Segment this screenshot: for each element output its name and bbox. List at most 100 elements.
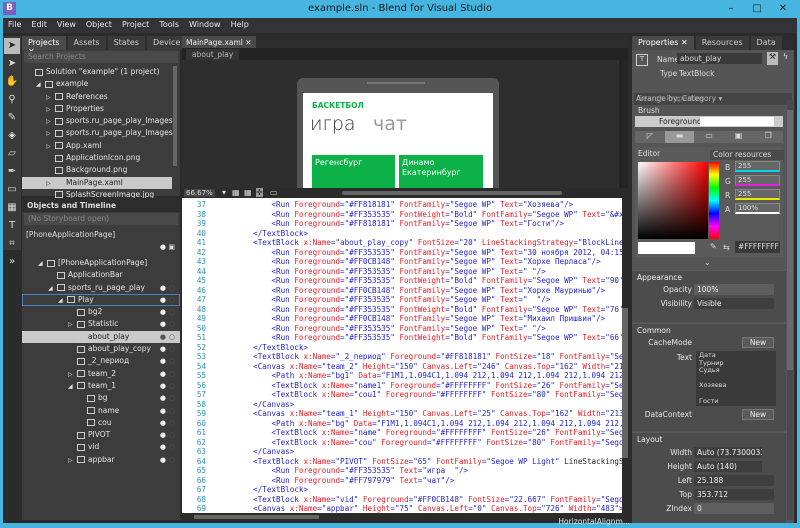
eyedropper-icon[interactable]: ✎ [710,242,717,251]
editor-tab[interactable]: Editor [638,149,660,158]
object-tree-item[interactable]: ▷ Statistic ● ○ [22,318,180,330]
rectangle-tool-icon[interactable]: ▭ [4,182,20,198]
common-title[interactable]: Common [632,324,786,337]
tab-data[interactable]: Data [750,36,782,50]
lock-toggle-icon[interactable]: ○ [169,294,175,306]
project-tree-item[interactable]: ApplicationIcon.png [22,152,172,164]
object-tree-item[interactable]: _2_период ● ○ [22,355,180,367]
lock-toggle-icon[interactable]: ○ [169,441,175,453]
controls-tool-icon[interactable]: ⌗ [4,236,20,252]
object-tree-item[interactable]: about_play ● ○ [22,330,180,344]
appearance-title[interactable]: Appearance [632,271,786,284]
visibility-select[interactable]: Visible [694,298,774,309]
left-input[interactable]: 25.188 [694,475,774,486]
menu-tools[interactable]: Tools [154,18,184,33]
lock-toggle-icon[interactable]: ○ [169,355,175,367]
lock-icon[interactable]: ▣ [168,243,175,251]
cachemode-new-button[interactable]: New [742,337,774,348]
zoom-tool-icon[interactable]: ⚲ [4,92,20,108]
maximize-button[interactable]: □ [744,0,770,18]
eye-icon[interactable]: ● [160,417,166,429]
properties-wrench-icon[interactable]: ⚒ [767,52,778,65]
lock-toggle-icon[interactable]: ○ [169,429,175,441]
project-tree-item[interactable]: ◢ example [22,78,172,90]
search-projects-input[interactable]: Search Projects [24,51,178,63]
eye-icon[interactable]: ● [160,441,166,453]
design-vscroll[interactable] [622,60,628,188]
direct-select-tool-icon[interactable]: ➤ [4,56,20,72]
object-tree-item[interactable]: name ● ○ [22,405,180,417]
eye-icon[interactable]: ● [160,392,166,404]
object-tree-item[interactable]: ◢ [PhoneApplicationPage] [22,257,180,269]
tab-device[interactable]: Device [146,36,187,50]
object-tree-item[interactable]: ◢ Play ● ○ [22,293,180,307]
object-tree-item[interactable]: ◢ team_1 ● ○ [22,380,180,392]
channel-b-input[interactable]: 255 [735,161,780,172]
eye-icon[interactable]: ● [160,380,166,392]
lock-toggle-icon[interactable]: ○ [169,282,175,294]
menu-help[interactable]: Help [226,18,254,33]
lock-toggle-icon[interactable]: ○ [169,380,175,392]
project-tree-item[interactable]: Background.png [22,164,172,176]
object-tree-item[interactable]: bg2 ● ○ [22,306,180,318]
eye-icon[interactable]: ● [160,318,166,330]
layout-title[interactable]: Layout [632,433,786,446]
arrange-by-dropdown[interactable]: Arrange by: Category ▾ [636,94,722,103]
hue-slider[interactable] [709,162,719,239]
tile-brush-icon[interactable]: ▣ [724,131,754,143]
object-tree-item[interactable]: ▷ team_2 ● ○ [22,368,180,380]
snap-grid-icon[interactable]: ▦ [244,188,252,197]
eye-icon[interactable]: ● [160,282,166,294]
eye-icon[interactable]: ● [160,429,166,441]
object-tree-item[interactable]: ◢ sports_ru_page_play ● ○ [22,282,180,294]
zoom-level[interactable]: 66.67% [184,189,215,197]
brush-resources-icon[interactable]: ❐ [753,131,783,143]
design-surface[interactable]: БАСКЕТБОЛ игра чат Регенсбург Динамо Ека… [182,60,622,188]
snap-lines-icon[interactable]: ✛ [256,188,263,197]
menu-object[interactable]: Object [81,18,117,33]
pen-tool-icon[interactable]: ✒ [4,164,20,180]
eye-icon[interactable]: ● [160,306,166,318]
channel-g-input[interactable]: 255 [735,175,780,186]
color-resources-tab[interactable]: Color resources [710,150,784,160]
width-input[interactable]: Auto (73.73000335... [694,447,762,458]
lock-toggle-icon[interactable]: ○ [169,331,175,343]
selection-tool-icon[interactable]: ➤ [4,38,20,54]
projects-scrollbar[interactable] [173,66,177,166]
eye-icon[interactable]: ● [160,331,166,343]
lock-toggle-icon[interactable]: ○ [169,454,175,466]
datacontext-new-button[interactable]: New [742,409,774,420]
storyboard-picker[interactable]: (No Storyboard open) [24,213,178,225]
lock-toggle-icon[interactable]: ○ [169,343,175,355]
object-tree-item[interactable]: vid ● ○ [22,441,180,453]
lock-toggle-icon[interactable]: ○ [169,306,175,318]
close-button[interactable]: ✕ [770,0,796,18]
more-tools-icon[interactable]: » [4,254,20,270]
paint-bucket-tool-icon[interactable]: ◈ [4,128,20,144]
lock-toggle-icon[interactable]: ○ [169,417,175,429]
project-tree-item[interactable]: ▷ App.xaml [22,140,172,152]
eye-icon[interactable]: ● [160,405,166,417]
lock-toggle-icon[interactable]: ○ [169,405,175,417]
zindex-input[interactable]: 0 [694,503,774,514]
expand-chevron-icon[interactable]: ⌄ [704,258,711,267]
tab-assets[interactable]: Assets [67,36,106,50]
eyedropper-tool-icon[interactable]: ✎ [4,110,20,126]
expander-icon[interactable]: ▷ [68,455,77,467]
tab-projects[interactable]: Projects ✕ [22,36,66,56]
eye-icon[interactable]: ● [160,454,166,466]
menu-file[interactable]: File [3,18,26,33]
grid-tool-icon[interactable]: ▦ [4,200,20,216]
scope-root[interactable]: [PhoneApplicationPage] [22,226,180,243]
eye-icon[interactable]: ● [160,294,166,306]
project-tree-item[interactable]: ▷ References [22,91,172,103]
eye-icon[interactable]: ● [160,368,166,380]
project-tree-item[interactable]: Solution "example" (1 project) [22,66,172,78]
menu-edit[interactable]: Edit [26,18,52,33]
events-lightning-icon[interactable]: ϟ [780,52,791,65]
channel-r-input[interactable]: 255 [735,189,780,200]
eye-icon[interactable]: ● [160,355,166,367]
tab-resources[interactable]: Resources [695,36,749,50]
hex-color-input[interactable]: #FFFFFFFF [735,241,780,253]
menu-window[interactable]: Window [184,18,226,33]
